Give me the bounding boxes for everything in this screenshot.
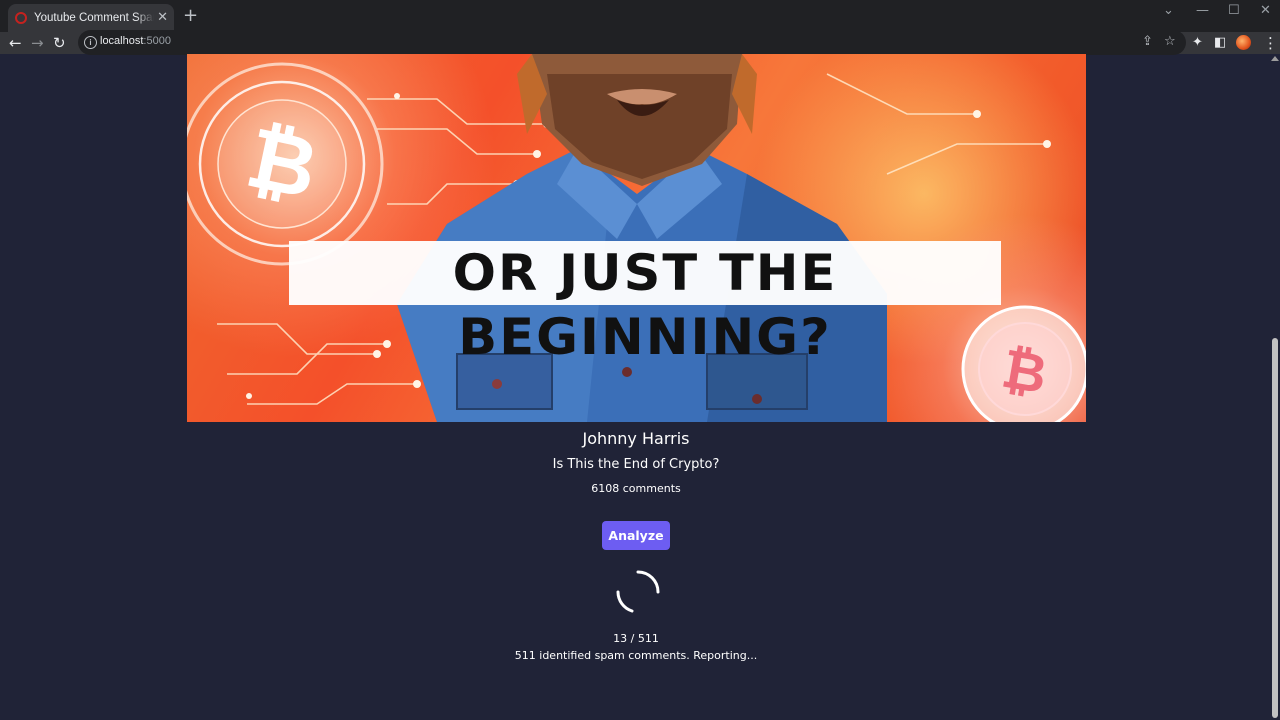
channel-name: Johnny Harris (582, 429, 690, 448)
address-bar[interactable]: i localhost:5000 ⇪ ☆ (78, 30, 1186, 55)
youtube-favicon-icon (15, 12, 27, 24)
share-icon[interactable]: ⇪ (1142, 33, 1153, 51)
video-thumbnail: ₿ ₿ OR JUST THE BEGINNING? (187, 54, 1086, 422)
thumbnail-banner: OR JUST THE BEGINNING? (289, 241, 1001, 366)
video-title: Is This the End of Crypto? (552, 457, 720, 472)
reload-icon[interactable]: ↻ (53, 33, 66, 53)
progress-counter: 13 / 511 (613, 632, 659, 645)
analyze-button[interactable]: Analyze (602, 521, 670, 550)
url-host: localhost (100, 35, 144, 47)
scroll-thumb[interactable] (1272, 338, 1278, 718)
scroll-up-arrow-icon[interactable] (1271, 56, 1279, 61)
comment-count: 6108 comments (591, 482, 681, 495)
profile-avatar[interactable] (1236, 35, 1251, 50)
forward-icon[interactable]: → (31, 33, 44, 53)
browser-tab[interactable]: Youtube Comment Spam Reporter ✕ (8, 4, 174, 32)
browser-tabstrip: Youtube Comment Spam Reporter ✕ + ⌄ — ☐ … (0, 0, 1280, 32)
close-window-icon[interactable]: ✕ (1260, 3, 1271, 19)
close-tab-icon[interactable]: ✕ (157, 9, 168, 27)
status-message: 511 identified spam comments. Reporting.… (514, 649, 758, 662)
bookmark-star-icon[interactable]: ☆ (1164, 33, 1176, 51)
back-icon[interactable]: ← (9, 33, 22, 53)
new-tab-icon[interactable]: + (183, 6, 198, 26)
menu-kebab-icon[interactable]: ⋮ (1263, 33, 1278, 53)
browser-toolbar: ← → ↻ i localhost:5000 ⇪ ☆ ✦ ◧ ⋮ (0, 30, 1280, 55)
thumbnail-caption: OR JUST THE BEGINNING? (452, 244, 838, 366)
maximize-icon[interactable]: ☐ (1228, 3, 1240, 19)
extensions-icon[interactable]: ✦ (1192, 33, 1203, 53)
minimize-icon[interactable]: — (1196, 3, 1209, 19)
bitcoin-coin-left-icon: ₿ (187, 62, 384, 266)
side-panel-icon[interactable]: ◧ (1214, 33, 1226, 53)
url-text[interactable]: localhost:5000 (100, 35, 171, 47)
page-scrollbar[interactable] (1270, 54, 1280, 720)
bitcoin-coin-right-icon: ₿ (961, 305, 1086, 422)
site-info-icon[interactable]: i (84, 36, 97, 49)
url-port: :5000 (143, 35, 171, 47)
loading-spinner-icon (616, 570, 660, 613)
tab-title: Youtube Comment Spam Reporter (34, 12, 154, 24)
tab-search-icon[interactable]: ⌄ (1163, 3, 1174, 19)
